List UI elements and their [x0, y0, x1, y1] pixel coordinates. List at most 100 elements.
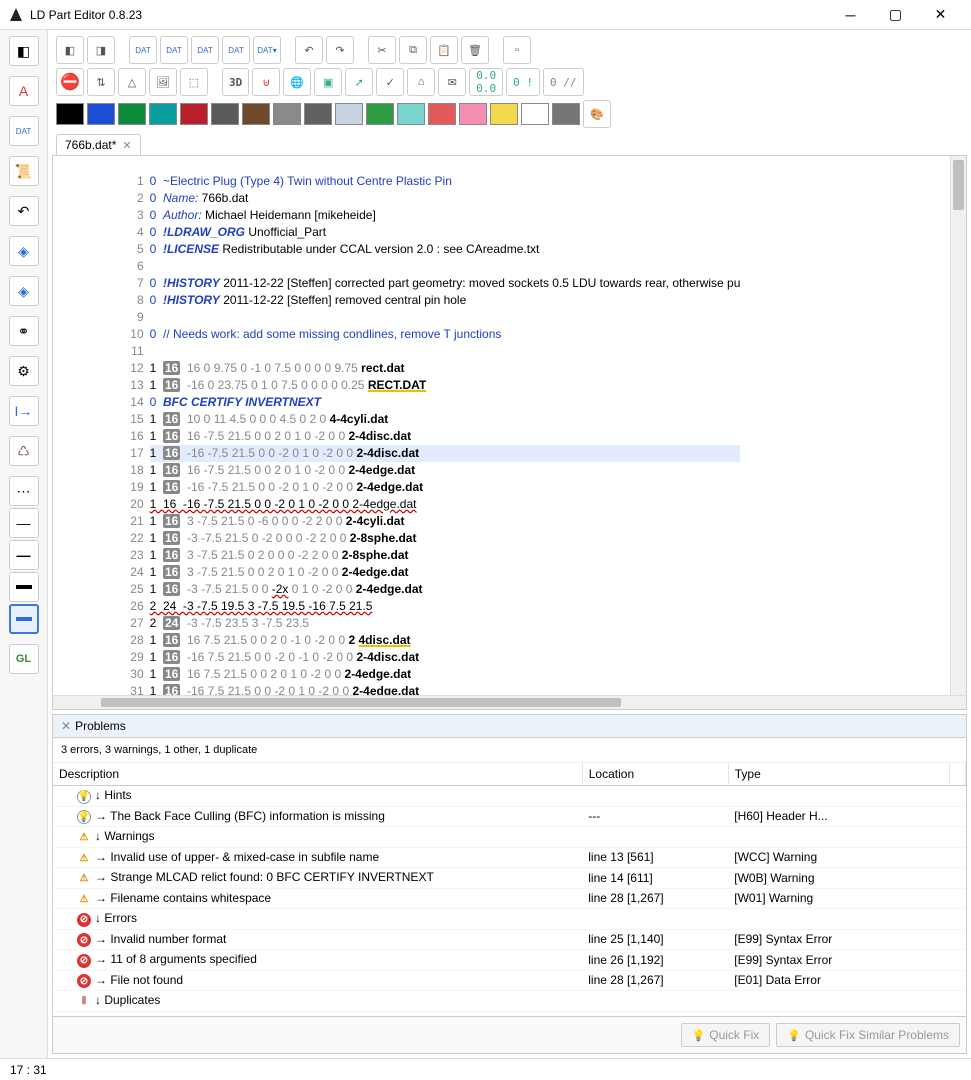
code-line[interactable]: 1 16 16 -7.5 21.5 0 0 2 0 1 0 -2 0 0 2-4… — [150, 428, 741, 445]
palette-icon[interactable]: 🎨 — [583, 100, 611, 128]
code-line[interactable] — [150, 309, 741, 326]
split-h-icon[interactable]: ◧ — [56, 36, 84, 64]
mail-icon[interactable]: ✉ — [438, 68, 466, 96]
color-swatch-9[interactable] — [335, 103, 363, 125]
extra-button[interactable]: ▫ — [503, 36, 531, 64]
color-swatch-6[interactable] — [242, 103, 270, 125]
dat5-icon[interactable]: DAT▾ — [253, 36, 281, 64]
split-v-icon[interactable]: ◨ — [87, 36, 115, 64]
dat4-icon[interactable]: DAT — [222, 36, 250, 64]
dat3-icon[interactable]: DAT — [191, 36, 219, 64]
code-line[interactable]: 1 16 -16 7.5 21.5 0 0 -2 0 1 0 -2 0 0 2-… — [150, 683, 741, 695]
edge-icon[interactable]: △ — [118, 68, 146, 96]
color-swatch-2[interactable] — [118, 103, 146, 125]
code-line[interactable]: 1 16 3 -7.5 21.5 0 -6 0 0 0 -2 2 0 0 2-4… — [150, 513, 741, 530]
problems-tab[interactable]: ✕Problems — [53, 715, 134, 737]
gl-icon[interactable]: GL — [9, 644, 39, 674]
code-line[interactable]: 0 !HISTORY 2011-12-22 [Steffen] correcte… — [150, 275, 741, 292]
problem-row[interactable]: ⦀↓ Duplicates — [53, 991, 966, 1012]
color-swatch-0[interactable] — [56, 103, 84, 125]
color-swatch-14[interactable] — [490, 103, 518, 125]
problem-row[interactable]: 💡↓ Hints — [53, 786, 966, 807]
color-swatch-3[interactable] — [149, 103, 177, 125]
line-med-icon[interactable]: — — [9, 540, 39, 570]
problems-table[interactable]: Description Location Type 💡↓ Hints💡→ The… — [53, 763, 966, 1016]
code-line[interactable]: 1 16 -16 7.5 21.5 0 0 -2 0 -1 0 -2 0 0 2… — [150, 649, 741, 666]
code-line[interactable]: 1 16 10 0 11 4.5 0 0 0 4.5 0 2 0 4-4cyli… — [150, 411, 741, 428]
problem-row[interactable]: ⚠→ Invalid use of upper- & mixed-case in… — [53, 847, 966, 868]
code-line[interactable]: 1 16 3 -7.5 21.5 0 0 2 0 1 0 -2 0 0 2-4e… — [150, 564, 741, 581]
line-thin-icon[interactable]: — — [9, 508, 39, 538]
code-line[interactable]: 1 16 -3 -7.5 21.5 0 0 -2x 0 1 0 -2 0 0 2… — [150, 581, 741, 598]
globe-icon[interactable]: 🌐 — [283, 68, 311, 96]
problem-row[interactable]: ⚠→ Filename contains whitespaceline 28 [… — [53, 888, 966, 909]
code-line[interactable]: 2 24 -3 -7.5 23.5 3 -7.5 23.5 — [150, 615, 741, 632]
code-editor[interactable]: 1234567891011121314151617181920212223242… — [52, 156, 967, 710]
code-line[interactable]: 1 16 3 -7.5 21.5 0 2 0 0 0 -2 2 0 0 2-8s… — [150, 547, 741, 564]
code-line[interactable]: 1 16 16 7.5 21.5 0 0 2 0 1 0 -2 0 0 2-4e… — [150, 666, 741, 683]
code-line[interactable]: 0 !LDRAW_ORG Unofficial_Part — [150, 224, 741, 241]
quick-fix-similar-button[interactable]: 💡Quick Fix Similar Problems — [776, 1023, 960, 1047]
precision1-button[interactable]: 0.00.0 — [469, 68, 503, 96]
close-button[interactable]: ✕ — [918, 1, 963, 29]
problem-row[interactable]: ⊘↓ Errors — [53, 909, 966, 930]
code-line[interactable]: 0 BFC CERTIFY INVERTNEXT — [150, 394, 741, 411]
color-swatch-11[interactable] — [397, 103, 425, 125]
code-line[interactable]: 1 16 -16 0 23.75 0 1 0 7.5 0 0 0 0 0.25 … — [150, 377, 741, 394]
color-swatch-5[interactable] — [211, 103, 239, 125]
arrow-icon[interactable]: ➚ — [345, 68, 373, 96]
copy-button[interactable]: ⧉ — [399, 36, 427, 64]
code-line[interactable]: 0 // Needs work: add some missing condli… — [150, 326, 741, 343]
precision2-button[interactable]: 0 ! — [506, 68, 540, 96]
delete-button[interactable]: 🗑 — [461, 36, 489, 64]
color-swatch-1[interactable] — [87, 103, 115, 125]
code-line[interactable]: 1 16 16 7.5 21.5 0 0 2 0 -1 0 -2 0 0 2 4… — [150, 632, 741, 649]
cube1-icon[interactable]: ◈ — [9, 236, 39, 266]
problem-row[interactable]: 💡→ The Back Face Culling (BFC) informati… — [53, 806, 966, 827]
problem-row[interactable]: ⚠→ Strange MLCAD relict found: 0 BFC CER… — [53, 868, 966, 889]
tab-close-icon[interactable]: ✕ — [122, 139, 131, 152]
square-g-icon[interactable]: ▣ — [314, 68, 342, 96]
precision3-button[interactable]: 0 // — [543, 68, 584, 96]
redo-button[interactable]: ↷ — [326, 36, 354, 64]
dat2-icon[interactable]: DAT — [160, 36, 188, 64]
cube2-icon[interactable]: ◈ — [9, 276, 39, 306]
house-icon[interactable]: ⌂ — [407, 68, 435, 96]
quick-fix-button[interactable]: 💡Quick Fix — [681, 1023, 771, 1047]
code-line[interactable]: 2 24 -3 -7.5 19.5 3 -7.5 19.5 -16 7.5 21… — [150, 598, 741, 615]
color-swatch-13[interactable] — [459, 103, 487, 125]
panel-toggle-icon[interactable]: ◧ — [9, 36, 39, 66]
editor-vscroll[interactable] — [950, 156, 966, 695]
code-line[interactable]: 1 16 -16 -7.5 21.5 0 0 -2 0 1 0 -2 0 0 2… — [150, 445, 741, 462]
stop-icon[interactable]: ⛔ — [56, 68, 84, 96]
color-swatch-16[interactable] — [552, 103, 580, 125]
editor-hscroll[interactable] — [53, 695, 966, 709]
code-line[interactable] — [150, 343, 741, 360]
dat-icon[interactable]: DAT — [9, 116, 39, 146]
code-line[interactable]: 1 16 16 -7.5 21.5 0 0 2 0 1 0 -2 0 0 2-4… — [150, 462, 741, 479]
color-swatch-12[interactable] — [428, 103, 456, 125]
problem-row[interactable]: ⊘→ 11 of 8 arguments specifiedline 26 [1… — [53, 950, 966, 971]
edit-a-icon[interactable]: A — [9, 76, 39, 106]
code-line[interactable]: 0 Name: 766b.dat — [150, 190, 741, 207]
cut-button[interactable]: ✂ — [368, 36, 396, 64]
u-icon[interactable]: ⊎ — [252, 68, 280, 96]
dat1-icon[interactable]: DAT — [129, 36, 157, 64]
undo-button[interactable]: ↶ — [295, 36, 323, 64]
color-swatch-8[interactable] — [304, 103, 332, 125]
minimize-button[interactable]: ─ — [828, 1, 873, 29]
line-thick-icon[interactable] — [9, 572, 39, 602]
layer-icon[interactable]: ⬚ — [180, 68, 208, 96]
gear-icon[interactable]: ⚙ — [9, 356, 39, 386]
code-line[interactable]: 0 !HISTORY 2011-12-22 [Steffen] removed … — [150, 292, 741, 309]
color-swatch-15[interactable] — [521, 103, 549, 125]
link-icon[interactable]: ⚭ — [9, 316, 39, 346]
maximize-button[interactable]: ▢ — [873, 1, 918, 29]
script-icon[interactable]: 📜 — [9, 156, 39, 186]
check-icon[interactable]: ✓ — [376, 68, 404, 96]
img-icon[interactable]: 🖼 — [149, 68, 177, 96]
problem-row[interactable]: ⊘→ Invalid number formatline 25 [1,140][… — [53, 929, 966, 950]
col-description[interactable]: Description — [53, 763, 582, 786]
color-swatch-7[interactable] — [273, 103, 301, 125]
col-location[interactable]: Location — [582, 763, 728, 786]
